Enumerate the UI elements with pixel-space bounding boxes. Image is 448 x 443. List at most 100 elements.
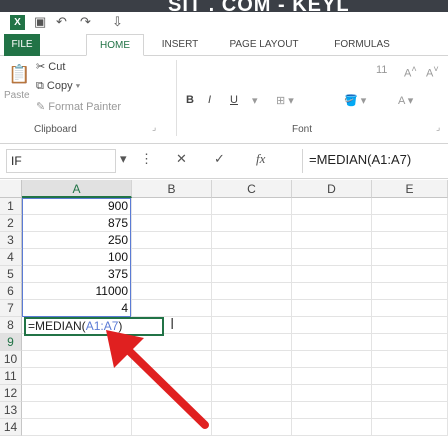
cell-d14[interactable] — [292, 419, 372, 436]
cell-c7[interactable] — [212, 300, 292, 317]
cell-b3[interactable] — [132, 232, 212, 249]
cell-d2[interactable] — [292, 215, 372, 232]
fill-color-icon[interactable]: 🪣 ▾ — [344, 94, 366, 107]
cell-e8[interactable] — [372, 317, 448, 334]
cell-e14[interactable] — [372, 419, 448, 436]
row-header-6[interactable]: 6 — [0, 283, 22, 300]
underline-button[interactable]: U — [230, 94, 238, 106]
copy-button[interactable]: ⧉ Copy ▾ — [36, 80, 80, 93]
clipboard-launcher-icon[interactable]: ⌟ — [152, 122, 156, 133]
cell-b1[interactable] — [132, 198, 212, 215]
row-header-5[interactable]: 5 — [0, 266, 22, 283]
borders-icon[interactable]: ⊞ ▾ — [276, 94, 294, 107]
font-color-icon[interactable]: A ▾ — [398, 94, 413, 107]
font-launcher-icon[interactable]: ⌟ — [436, 122, 440, 133]
column-header-c[interactable]: C — [212, 180, 292, 198]
tab-page-layout[interactable]: PAGE LAYOUT — [216, 34, 312, 56]
row-header-13[interactable]: 13 — [0, 402, 22, 419]
cell-d7[interactable] — [292, 300, 372, 317]
cell-d6[interactable] — [292, 283, 372, 300]
tab-file[interactable]: FILE — [4, 34, 40, 56]
paste-button[interactable]: Paste — [4, 90, 30, 101]
cell-d4[interactable] — [292, 249, 372, 266]
underline-dropdown-icon[interactable]: ▾ — [252, 94, 258, 107]
row-header-14[interactable]: 14 — [0, 419, 22, 436]
cell-e5[interactable] — [372, 266, 448, 283]
cell-e2[interactable] — [372, 215, 448, 232]
column-header-e[interactable]: E — [372, 180, 448, 198]
enter-icon[interactable]: ✓ — [214, 151, 225, 167]
cell-d3[interactable] — [292, 232, 372, 249]
row-header-10[interactable]: 10 — [0, 351, 22, 368]
cell-d13[interactable] — [292, 402, 372, 419]
decrease-font-icon[interactable]: A˅ — [426, 64, 439, 80]
insert-function-icon[interactable]: fx — [256, 151, 265, 167]
cell-e4[interactable] — [372, 249, 448, 266]
cell-c12[interactable] — [212, 385, 292, 402]
format-painter-button[interactable]: ✎ Format Painter — [36, 100, 121, 113]
paste-icon[interactable]: 📋 — [8, 64, 30, 85]
cut-button[interactable]: ✂ Cut — [36, 60, 65, 73]
cell-e7[interactable] — [372, 300, 448, 317]
cell-e11[interactable] — [372, 368, 448, 385]
cell-e9[interactable] — [372, 334, 448, 351]
italic-button[interactable]: I — [208, 94, 211, 106]
tab-home[interactable]: HOME — [86, 34, 144, 56]
cell-c8[interactable] — [212, 317, 292, 334]
cell-d12[interactable] — [292, 385, 372, 402]
cell-c2[interactable] — [212, 215, 292, 232]
row-header-2[interactable]: 2 — [0, 215, 22, 232]
customize-toolbar-icon[interactable]: ⇩ — [112, 14, 123, 30]
row-header-12[interactable]: 12 — [0, 385, 22, 402]
formula-input[interactable]: =MEDIAN(A1:A7) — [302, 149, 448, 173]
row-header-8[interactable]: 8 — [0, 317, 22, 334]
undo-icon[interactable]: ↶ — [56, 14, 67, 30]
cell-c6[interactable] — [212, 283, 292, 300]
font-size-box[interactable]: 11 — [376, 64, 387, 76]
cell-c11[interactable] — [212, 368, 292, 385]
save-icon[interactable]: ▣ — [34, 14, 46, 30]
row-header-11[interactable]: 11 — [0, 368, 22, 385]
cell-e12[interactable] — [372, 385, 448, 402]
cell-d8[interactable] — [292, 317, 372, 334]
redo-icon[interactable]: ↷ — [80, 14, 91, 30]
select-all-corner[interactable] — [0, 180, 22, 198]
cell-b4[interactable] — [132, 249, 212, 266]
tab-formulas[interactable]: FORMULAS — [322, 34, 402, 56]
cell-b7[interactable] — [132, 300, 212, 317]
bold-button[interactable]: B — [186, 94, 194, 106]
cell-b5[interactable] — [132, 266, 212, 283]
cell-e6[interactable] — [372, 283, 448, 300]
worksheet-grid[interactable]: A B C D E 1 900 2 875 3 250 4 100 5 375 6 11000 7 4 8 9… — [0, 180, 448, 443]
cell-d9[interactable] — [292, 334, 372, 351]
column-header-a[interactable]: A — [22, 180, 132, 198]
cell-e3[interactable] — [372, 232, 448, 249]
cell-c10[interactable] — [212, 351, 292, 368]
cell-c9[interactable] — [212, 334, 292, 351]
cell-d1[interactable] — [292, 198, 372, 215]
cell-c13[interactable] — [212, 402, 292, 419]
row-header-7[interactable]: 7 — [0, 300, 22, 317]
cell-d10[interactable] — [292, 351, 372, 368]
cell-d5[interactable] — [292, 266, 372, 283]
cell-c3[interactable] — [212, 232, 292, 249]
tab-insert[interactable]: INSERT — [150, 34, 210, 56]
row-header-1[interactable]: 1 — [0, 198, 22, 215]
row-header-9[interactable]: 9 — [0, 334, 22, 351]
cancel-icon[interactable]: ✕ — [176, 151, 187, 167]
cell-c5[interactable] — [212, 266, 292, 283]
column-header-b[interactable]: B — [132, 180, 212, 198]
cell-b6[interactable] — [132, 283, 212, 300]
name-box[interactable]: IF — [6, 149, 116, 173]
cell-b2[interactable] — [132, 215, 212, 232]
cell-c1[interactable] — [212, 198, 292, 215]
row-header-3[interactable]: 3 — [0, 232, 22, 249]
name-box-dropdown-icon[interactable]: ▾ — [120, 151, 127, 167]
row-header-4[interactable]: 4 — [0, 249, 22, 266]
cell-e13[interactable] — [372, 402, 448, 419]
cell-e10[interactable] — [372, 351, 448, 368]
cell-e1[interactable] — [372, 198, 448, 215]
increase-font-icon[interactable]: A˄ — [404, 64, 417, 80]
column-header-d[interactable]: D — [292, 180, 372, 198]
cell-c14[interactable] — [212, 419, 292, 436]
